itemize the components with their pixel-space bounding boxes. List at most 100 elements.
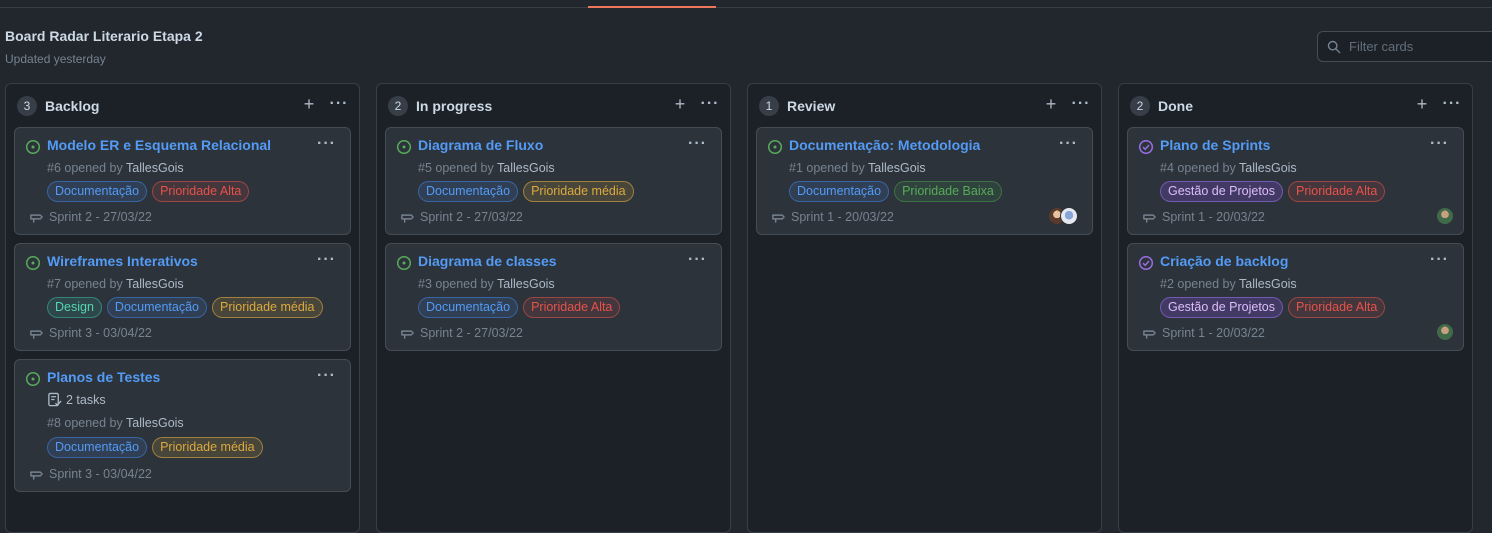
issue-card[interactable]: Diagrama de Fluxo ··· #5 opened by Talle… (385, 127, 722, 235)
add-card-icon[interactable]: + (670, 95, 690, 113)
column-in-progress: 2 In progress + ··· Diagrama de Fluxo ··… (376, 83, 731, 533)
assignee-avatar[interactable] (1436, 323, 1454, 341)
iteration-icon (30, 214, 43, 223)
add-card-icon[interactable]: + (299, 95, 319, 113)
card-menu-icon[interactable]: ··· (688, 251, 707, 269)
card-author-link[interactable]: TallesGois (497, 161, 555, 175)
assignee-avatar[interactable] (1436, 207, 1454, 225)
card-meta: #8 opened by TallesGois (47, 416, 184, 430)
open-issue-icon (25, 139, 41, 155)
sprint-text: Sprint 1 - 20/03/22 (791, 210, 894, 224)
card-menu-icon[interactable]: ··· (317, 251, 336, 269)
add-card-icon[interactable]: + (1412, 95, 1432, 113)
card-author-link[interactable]: TallesGois (1239, 161, 1297, 175)
card-title-link[interactable]: Plano de Sprints (1160, 137, 1270, 153)
board-updated-text: Updated yesterday (5, 52, 106, 66)
open-issue-icon (25, 371, 41, 387)
column-count: 3 (17, 95, 37, 116)
sprint-text: Sprint 2 - 27/03/22 (420, 210, 523, 224)
label-gestao-de-projetos[interactable]: Gestão de Projetos (1160, 297, 1284, 318)
card-title-link[interactable]: Diagrama de classes (418, 253, 557, 269)
sprint-text: Sprint 2 - 27/03/22 (420, 326, 523, 340)
label-prioridade-media[interactable]: Prioridade média (152, 437, 263, 458)
label-documentacao[interactable]: Documentação (47, 437, 148, 458)
card-title-link[interactable]: Diagrama de Fluxo (418, 137, 543, 153)
label-prioridade-alta[interactable]: Prioridade Alta (523, 297, 621, 318)
open-issue-icon (25, 255, 41, 271)
column-header: 2 Done + ··· (1119, 84, 1472, 127)
issue-card[interactable]: Plano de Sprints ··· #4 opened by Talles… (1127, 127, 1464, 235)
card-sprint: Sprint 2 - 27/03/22 (401, 326, 523, 340)
label-documentacao[interactable]: Documentação (789, 181, 890, 202)
label-prioridade-alta[interactable]: Prioridade Alta (1288, 181, 1386, 202)
card-menu-icon[interactable]: ··· (1059, 135, 1078, 153)
column-count: 1 (759, 95, 779, 116)
column-menu-icon[interactable]: ··· (700, 95, 720, 113)
label-documentacao[interactable]: Documentação (106, 297, 207, 318)
add-card-icon[interactable]: + (1041, 95, 1061, 113)
card-number-text: #7 opened by (47, 277, 123, 291)
card-title-link[interactable]: Documentação: Metodologia (789, 137, 980, 153)
issue-card[interactable]: Planos de Testes ··· 2 tasks #8 opened b… (14, 359, 351, 492)
card-title-link[interactable]: Planos de Testes (47, 369, 160, 385)
column-header: 1 Review + ··· (748, 84, 1101, 127)
column-name: In progress (416, 97, 493, 114)
column-menu-icon[interactable]: ··· (329, 95, 349, 113)
card-menu-icon[interactable]: ··· (1430, 251, 1449, 269)
card-menu-icon[interactable]: ··· (688, 135, 707, 153)
sprint-text: Sprint 1 - 20/03/22 (1162, 326, 1265, 340)
issue-card[interactable]: Documentação: Metodologia ··· #1 opened … (756, 127, 1093, 235)
label-gestao-de-projetos[interactable]: Gestão de Projetos (1160, 181, 1284, 202)
column-done: 2 Done + ··· Plano de Sprints ··· #4 ope… (1118, 83, 1473, 533)
card-sprint: Sprint 2 - 27/03/22 (30, 210, 152, 224)
card-labels: Design Documentação Prioridade média (47, 297, 323, 318)
card-author-link[interactable]: TallesGois (126, 161, 184, 175)
issue-card[interactable]: Wireframes Interativos ··· #7 opened by … (14, 243, 351, 351)
label-prioridade-baixa[interactable]: Prioridade Baixa (894, 181, 1002, 202)
open-issue-icon (767, 139, 783, 155)
label-design[interactable]: Design (47, 297, 102, 318)
card-author-link[interactable]: TallesGois (126, 277, 184, 291)
card-author-link[interactable]: TallesGois (868, 161, 926, 175)
filter-cards-field[interactable] (1317, 31, 1492, 62)
column-name: Review (787, 97, 836, 114)
issue-card[interactable]: Diagrama de classes ··· #3 opened by Tal… (385, 243, 722, 351)
card-menu-icon[interactable]: ··· (317, 367, 336, 385)
card-meta: #7 opened by TallesGois (47, 277, 184, 291)
label-documentacao[interactable]: Documentação (418, 297, 519, 318)
card-sprint: Sprint 2 - 27/03/22 (401, 210, 523, 224)
filter-cards-input[interactable] (1349, 39, 1492, 54)
card-author-link[interactable]: TallesGois (1239, 277, 1297, 291)
sprint-text: Sprint 3 - 03/04/22 (49, 326, 152, 340)
open-issue-icon (396, 255, 412, 271)
label-documentacao[interactable]: Documentação (47, 181, 148, 202)
column-count: 2 (1130, 95, 1150, 116)
column-menu-icon[interactable]: ··· (1071, 95, 1091, 113)
card-labels: Gestão de Projetos Prioridade Alta (1160, 297, 1386, 318)
column-menu-icon[interactable]: ··· (1442, 95, 1462, 113)
card-menu-icon[interactable]: ··· (317, 135, 336, 153)
card-labels: Documentação Prioridade Alta (418, 297, 621, 318)
label-prioridade-alta[interactable]: Prioridade Alta (1288, 297, 1386, 318)
label-prioridade-alta[interactable]: Prioridade Alta (152, 181, 250, 202)
label-prioridade-media[interactable]: Prioridade média (212, 297, 323, 318)
issue-card[interactable]: Criação de backlog ··· #2 opened by Tall… (1127, 243, 1464, 351)
card-sprint: Sprint 1 - 20/03/22 (1143, 210, 1265, 224)
card-labels: Documentação Prioridade Alta (47, 181, 250, 202)
label-prioridade-media[interactable]: Prioridade média (523, 181, 634, 202)
card-number-text: #8 opened by (47, 416, 123, 430)
issue-card[interactable]: Modelo ER e Esquema Relacional ··· #6 op… (14, 127, 351, 235)
card-title-link[interactable]: Criação de backlog (1160, 253, 1288, 269)
column-backlog: 3 Backlog + ··· Modelo ER e Esquema Rela… (5, 83, 360, 533)
assignee-avatar[interactable] (1060, 207, 1078, 225)
card-title-link[interactable]: Modelo ER e Esquema Relacional (47, 137, 271, 153)
card-meta: #1 opened by TallesGois (789, 161, 926, 175)
column-review: 1 Review + ··· Documentação: Metodologia… (747, 83, 1102, 533)
card-author-link[interactable]: TallesGois (497, 277, 555, 291)
card-number-text: #5 opened by (418, 161, 494, 175)
card-meta: #4 opened by TallesGois (1160, 161, 1297, 175)
card-title-link[interactable]: Wireframes Interativos (47, 253, 198, 269)
card-author-link[interactable]: TallesGois (126, 416, 184, 430)
label-documentacao[interactable]: Documentação (418, 181, 519, 202)
card-menu-icon[interactable]: ··· (1430, 135, 1449, 153)
